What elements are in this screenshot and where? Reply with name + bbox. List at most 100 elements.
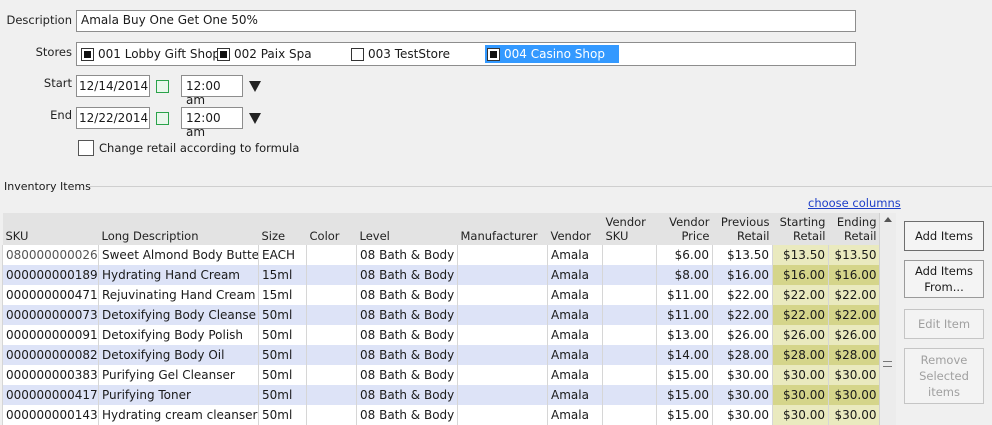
- edit-item-button[interactable]: Edit Item: [904, 309, 984, 339]
- cell-color: [306, 285, 357, 305]
- column-header-vendor-sku[interactable]: Vendor SKU: [602, 213, 657, 245]
- column-header-previous-retail[interactable]: Previous Retail: [712, 213, 773, 245]
- column-header-starting-retail[interactable]: Starting Retail: [772, 213, 829, 245]
- cell-color: [306, 385, 357, 405]
- vertical-scrollbar[interactable]: [879, 213, 896, 425]
- add-items-from-button[interactable]: Add Items From...: [904, 260, 984, 298]
- start-date-input[interactable]: 12/14/2014: [76, 75, 150, 97]
- cell-level: 08 Bath & Body: [356, 405, 458, 425]
- start-time-input[interactable]: 12:00 am: [181, 75, 243, 107]
- column-header-long-description[interactable]: Long Description: [98, 213, 259, 245]
- cell-vendor: Amala: [547, 305, 603, 325]
- cell-ending-retail: $22.00: [828, 285, 879, 305]
- cell-previous-retail: $30.00: [712, 385, 773, 405]
- cell-sku: 000000000417: [2, 385, 99, 405]
- cell-level: 08 Bath & Body: [356, 325, 458, 345]
- table-body: 080000000026 Sweet Almond Body Butter EACH…: [2, 245, 879, 425]
- choose-columns-link[interactable]: choose columns: [808, 196, 901, 210]
- table-row[interactable]: 080000000026 Sweet Almond Body Butter EACH…: [2, 245, 879, 265]
- cell-vendor: Amala: [547, 325, 603, 345]
- column-header-vendor[interactable]: Vendor: [547, 213, 603, 245]
- table-row[interactable]: 000000000073 Detoxifying Body Cleanse 50ml…: [2, 305, 879, 325]
- cell-vendor: Amala: [547, 385, 603, 405]
- cell-ending-retail: $22.00: [828, 305, 879, 325]
- stores-list: 001 Lobby Gift Shop 002 Paix Spa 003 Tes…: [76, 42, 856, 66]
- store-item-001[interactable]: 001 Lobby Gift Shop: [81, 45, 220, 63]
- cell-long-description: Hydrating Hand Cream: [98, 265, 259, 285]
- table-row[interactable]: 000000000383 Purifying Gel Cleanser 50ml 08…: [2, 365, 879, 385]
- cell-level: 08 Bath & Body: [356, 285, 458, 305]
- description-label: Description: [6, 13, 73, 27]
- formula-checkbox[interactable]: [78, 140, 94, 156]
- table-row[interactable]: 000000000091 Detoxifying Body Polish 50ml 0…: [2, 325, 879, 345]
- end-date-input[interactable]: 12/22/2014: [76, 107, 150, 129]
- cell-vendor-sku: [602, 365, 657, 385]
- cell-vendor-price: $15.00: [656, 385, 713, 405]
- table-row[interactable]: 000000000082 Detoxifying Body Oil 50ml 08 B…: [2, 345, 879, 365]
- end-label: End: [50, 108, 72, 122]
- cell-level: 08 Bath & Body: [356, 245, 458, 265]
- scroll-grip-icon[interactable]: [883, 361, 892, 367]
- store-label: 002 Paix Spa: [234, 47, 312, 61]
- cell-starting-retail: $30.00: [772, 365, 829, 385]
- cell-starting-retail: $28.00: [772, 345, 829, 365]
- cell-manufacturer: [457, 265, 548, 285]
- cell-long-description: Detoxifying Body Oil: [98, 345, 259, 365]
- cell-vendor-price: $11.00: [656, 305, 713, 325]
- table-row[interactable]: 000000000189 Hydrating Hand Cream 15ml 08 B…: [2, 265, 879, 285]
- table-row[interactable]: 000000000471 Rejuvinating Hand Cream 15ml 0…: [2, 285, 879, 305]
- cell-previous-retail: $30.00: [712, 365, 773, 385]
- cell-vendor: Amala: [547, 265, 603, 285]
- description-input[interactable]: Amala Buy One Get One 50%: [76, 10, 856, 32]
- store-checkbox[interactable]: [217, 47, 230, 61]
- store-label: 003 TestStore: [368, 47, 451, 61]
- column-header-level[interactable]: Level: [356, 213, 458, 245]
- cell-previous-retail: $26.00: [712, 325, 773, 345]
- store-item-003[interactable]: 003 TestStore: [351, 45, 450, 63]
- cell-sku: 080000000026: [2, 245, 99, 265]
- cell-size: 50ml: [258, 365, 307, 385]
- triangle-down-icon[interactable]: [249, 113, 261, 124]
- cell-size: 50ml: [258, 405, 307, 425]
- calendar-icon[interactable]: [156, 80, 169, 93]
- column-header-color[interactable]: Color: [306, 213, 357, 245]
- cell-manufacturer: [457, 405, 548, 425]
- calendar-icon[interactable]: [156, 112, 169, 125]
- cell-level: 08 Bath & Body: [356, 345, 458, 365]
- store-checkbox[interactable]: [351, 47, 364, 61]
- scroll-up-arrow-icon[interactable]: [884, 217, 892, 222]
- cell-previous-retail: $13.50: [712, 245, 773, 265]
- column-header-sku[interactable]: SKU: [2, 213, 99, 245]
- store-checkbox[interactable]: [487, 47, 500, 61]
- cell-vendor-sku: [602, 325, 657, 345]
- cell-vendor: Amala: [547, 405, 603, 425]
- cell-manufacturer: [457, 365, 548, 385]
- store-item-002[interactable]: 002 Paix Spa: [217, 45, 312, 63]
- cell-size: 50ml: [258, 345, 307, 365]
- table-row[interactable]: 000000000417 Purifying Toner 50ml 08 Bath &…: [2, 385, 879, 405]
- cell-previous-retail: $16.00: [712, 265, 773, 285]
- cell-vendor-price: $8.00: [656, 265, 713, 285]
- cell-previous-retail: $28.00: [712, 345, 773, 365]
- cell-previous-retail: $22.00: [712, 305, 773, 325]
- cell-color: [306, 345, 357, 365]
- column-header-manufacturer[interactable]: Manufacturer: [457, 213, 548, 245]
- column-header-ending-retail[interactable]: Ending Retail: [828, 213, 879, 245]
- triangle-down-icon[interactable]: [249, 81, 261, 92]
- cell-size: 50ml: [258, 385, 307, 405]
- remove-selected-items-button[interactable]: Remove Selected items: [904, 348, 984, 404]
- end-time-input[interactable]: 12:00 am: [181, 107, 243, 139]
- add-items-button[interactable]: Add Items: [904, 221, 984, 251]
- cell-color: [306, 365, 357, 385]
- inventory-table-wrap: SKU Long Description Size Color Level Ma…: [2, 213, 879, 425]
- column-header-vendor-price[interactable]: Vendor Price: [656, 213, 713, 245]
- store-item-004[interactable]: 004 Casino Shop: [485, 45, 619, 63]
- cell-vendor-price: $15.00: [656, 405, 713, 425]
- column-header-size[interactable]: Size: [258, 213, 307, 245]
- cell-ending-retail: $30.00: [828, 405, 879, 425]
- cell-vendor-price: $15.00: [656, 365, 713, 385]
- store-checkbox[interactable]: [81, 47, 94, 61]
- table-row[interactable]: 000000000143 Hydrating cream cleanser 50ml…: [2, 405, 879, 425]
- cell-vendor: Amala: [547, 365, 603, 385]
- cell-vendor: Amala: [547, 245, 603, 265]
